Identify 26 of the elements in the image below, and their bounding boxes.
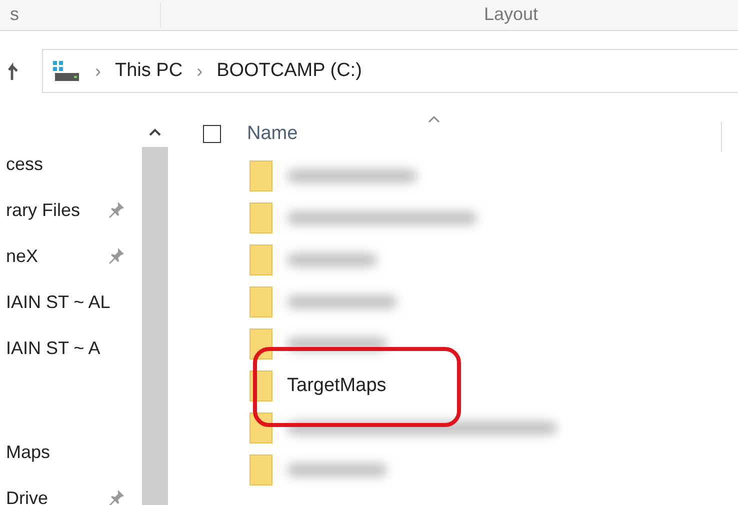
- folder-icon: [249, 202, 273, 234]
- nav-item[interactable]: Drive: [6, 488, 48, 505]
- nav-item[interactable]: cess: [6, 154, 44, 174]
- nav-item[interactable]: rary Files: [6, 200, 80, 220]
- column-header[interactable]: Name: [247, 123, 298, 145]
- ribbon-group-label: s: [10, 4, 19, 25]
- address-bar[interactable]: › This PC › BOOTCAMP (C:): [42, 49, 738, 93]
- breadcrumb[interactable]: This PC: [115, 60, 183, 82]
- folder-name[interactable]: TargetMaps: [287, 375, 386, 397]
- folder-icon: [249, 244, 273, 276]
- folder-icon: [249, 454, 273, 486]
- select-all-checkbox[interactable]: [203, 125, 221, 143]
- nav-item[interactable]: neX: [6, 246, 38, 266]
- scroll-up-icon[interactable]: [148, 127, 162, 137]
- breadcrumb-separator[interactable]: ›: [95, 60, 101, 82]
- sort-ascending-icon: [427, 114, 441, 124]
- nav-item[interactable]: IAIN ST ~ A: [6, 338, 100, 358]
- folder-icon: [249, 328, 273, 360]
- breadcrumb-separator[interactable]: ›: [196, 60, 203, 82]
- nav-item[interactable]: IAIN ST ~ AL: [6, 292, 110, 312]
- ribbon-group-label: Layout: [484, 4, 538, 25]
- folder-icon: [249, 286, 273, 318]
- folder-icon: [249, 160, 273, 192]
- drive-icon: [51, 59, 81, 83]
- breadcrumb[interactable]: BOOTCAMP (C:): [216, 60, 362, 82]
- nav-item[interactable]: Maps: [6, 442, 50, 462]
